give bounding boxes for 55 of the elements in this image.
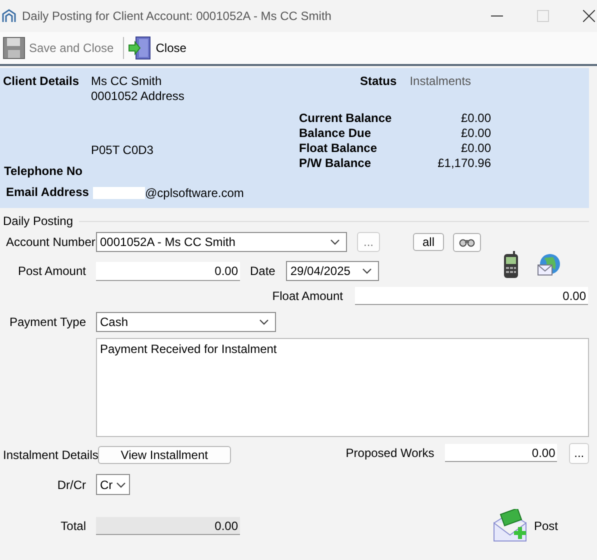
postcode-text: P05T C0D3 [91,143,154,157]
globe-envelope-icon [537,253,562,277]
exit-door-icon [128,36,152,60]
chevron-down-icon [330,239,340,245]
address-line: 0001052 Address [91,89,184,103]
binoculars-button[interactable] [453,232,481,252]
field-label: Dr/Cr [56,478,86,492]
binoculars-icon [459,237,475,247]
address-line: Ms CC Smith [91,74,163,88]
balance-value: £0.00 [460,111,491,126]
field-label: Client Details [3,74,80,90]
field-label: Payment Type [8,315,86,329]
balance-label: P/W Balance [299,156,372,171]
money-envelope-icon [492,509,528,543]
redacted-block [93,186,145,198]
close-icon [583,10,595,22]
field-label: Date [250,264,276,278]
window-title: Daily Posting for Client Account: 0001052A - Ms CC Smith [22,9,332,23]
view-installment-button[interactable]: View Installment [98,446,231,464]
chevron-down-icon [116,482,126,488]
browse-button[interactable]: ... [357,232,380,252]
balance-label: Current Balance [299,111,393,126]
group-label: Daily Posting [3,214,74,228]
chevron-down-icon [259,319,269,325]
account-dropdown[interactable]: 0001052A - Ms CC Smith [96,232,347,252]
field-label: Total [60,519,86,533]
status-value: Instalments [410,74,472,89]
post-button[interactable]: Post [492,509,558,543]
chevron-down-icon [362,268,372,274]
notes-field[interactable]: Payment Received for Instalment [96,338,589,437]
field-label: Telephone No [4,164,84,179]
field-label: Proposed Works [346,446,434,460]
balance-value: £0.00 [460,141,491,156]
app-logo-icon [2,9,16,23]
all-button[interactable]: all [413,233,444,251]
field-label: Instalment Details [3,448,98,462]
balance-value: £1,170.96 [438,156,491,171]
email-value: @cplsoftware.com [145,186,244,200]
balance-value: £0.00 [460,126,491,141]
balance-label: Balance Due [299,126,372,141]
total-field[interactable]: 0.00 [96,517,240,535]
proposed-works-field[interactable]: 0.00 [445,444,558,462]
payment-type-dropdown[interactable]: Cash [96,312,276,332]
field-label: Post Amount [16,264,86,278]
browse-button[interactable]: ... [569,442,589,464]
date-picker[interactable]: 29/04/2025 [286,261,380,281]
field-label: Status [360,74,397,89]
balance-label: Float Balance [299,141,378,156]
field-label: Account Number [6,235,96,249]
dr-cr-dropdown[interactable]: Cr [96,474,130,495]
field-label: Email Address [6,185,90,200]
post-amount-field[interactable]: 0.00 [96,262,240,280]
close-button[interactable]: Close [128,36,186,60]
float-amount-field[interactable]: 0.00 [355,287,588,305]
field-label: Float Amount [271,289,343,303]
